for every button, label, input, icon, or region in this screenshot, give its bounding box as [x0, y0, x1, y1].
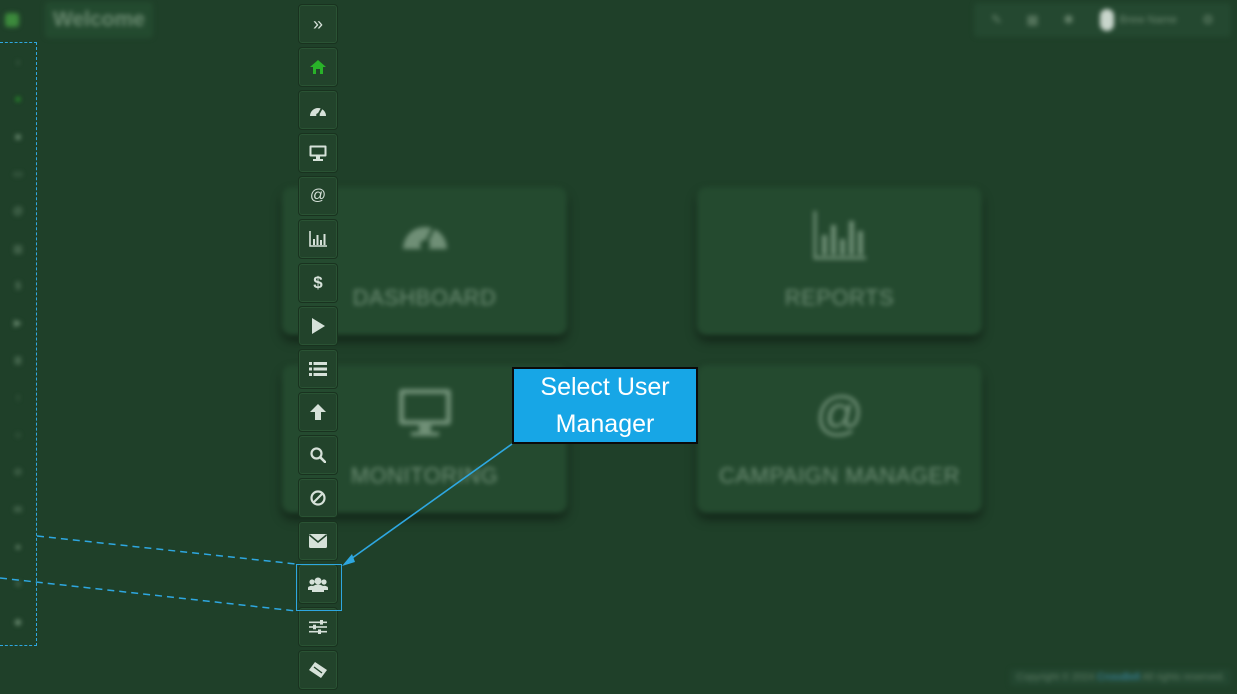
chart-icon [697, 209, 982, 265]
dollar-icon: $ [313, 272, 323, 292]
callout-line-1: Select User [540, 373, 670, 401]
at-icon: @ [815, 388, 864, 441]
monitor-icon[interactable]: ▭ [0, 156, 36, 193]
users-icon [308, 577, 328, 593]
top-bar-right: ✎ ▦ ✱ Brew Name ⚙ [973, 3, 1231, 37]
sidebar-item-play[interactable] [298, 305, 338, 346]
block-icon[interactable]: ⊘ [0, 454, 36, 491]
page-title: Welcome [45, 2, 153, 38]
pencil-icon[interactable]: ✎ [982, 12, 1012, 28]
chevron-icon[interactable]: › [0, 44, 36, 81]
grid-icon[interactable]: ▦ [1018, 12, 1048, 28]
block-icon [310, 490, 326, 506]
sidebar-expand-button[interactable]: » [298, 4, 338, 44]
top-bar-left: Welcome [0, 0, 153, 40]
ticket-icon[interactable]: ◆ [0, 603, 36, 640]
blurred-background: Welcome ✎ ▦ ✱ Brew Name ⚙ › ● ■ ▭ @ ▥ $ … [0, 0, 1237, 691]
double-chevron-right-icon: » [312, 13, 323, 34]
sidebar-item-monitoring[interactable] [298, 133, 338, 174]
sidebar-item-upload[interactable] [298, 391, 338, 432]
list-icon [309, 361, 327, 376]
sidebar-item-search[interactable] [298, 434, 338, 475]
sliders-icon [309, 620, 327, 635]
chart-icon[interactable]: ▥ [0, 230, 36, 267]
footer-brand-link[interactable]: CrossBell [1097, 672, 1140, 683]
dollar-icon[interactable]: $ [0, 268, 36, 305]
search-icon[interactable]: ○ [0, 417, 36, 454]
sidebar-item-campaign-manager[interactable]: @ [298, 176, 338, 217]
footer-copyright: Copyright © 2024 [1016, 672, 1095, 683]
footer: Copyright © 2024 CrossBell All rights re… [1010, 669, 1231, 686]
gauge-icon [310, 107, 326, 117]
mail-icon [309, 534, 327, 549]
main-sidebar: » @ $ [298, 4, 340, 694]
sidebar-item-settings[interactable] [298, 607, 338, 648]
sidebar-item-user-manager[interactable] [298, 564, 338, 605]
sidebar-item-reports[interactable] [298, 219, 338, 260]
upload-icon[interactable]: ↑ [0, 380, 36, 417]
footer-rights: All rights reserved. [1142, 672, 1225, 683]
home-icon[interactable]: ● [0, 81, 36, 118]
search-icon [310, 447, 326, 463]
callout-line-2: Manager [555, 410, 655, 438]
play-icon[interactable]: ▶ [0, 305, 36, 342]
sidebar-item-dashboard[interactable] [298, 90, 338, 131]
campaign-manager-card[interactable]: @ CAMPAIGN MANAGER [697, 365, 982, 513]
wrench-icon[interactable]: ✱ [1054, 12, 1084, 28]
play-icon [312, 317, 325, 334]
home-icon [310, 60, 326, 75]
user-menu[interactable]: Brew Name [1090, 9, 1187, 31]
sidebar-item-list[interactable] [298, 348, 338, 389]
sidebar-item-home[interactable] [298, 47, 338, 88]
arrow-up-icon [310, 403, 326, 420]
users-icon[interactable]: ● [0, 529, 36, 566]
reports-card[interactable]: REPORTS [697, 187, 982, 335]
callout-box: Select User Manager [512, 367, 698, 444]
ticket-icon [309, 662, 327, 679]
sidebar-item-mail[interactable] [298, 521, 338, 562]
list-icon[interactable]: ≣ [0, 342, 36, 379]
collapsed-sidebar: › ● ■ ▭ @ ▥ $ ▶ ≣ ↑ ○ ⊘ ✉ ● ≡ ◆ [0, 44, 36, 641]
at-icon[interactable]: @ [0, 193, 36, 230]
bar-chart-icon [309, 231, 327, 248]
dashboard-icon[interactable]: ■ [0, 119, 36, 156]
sidebar-item-ticket[interactable] [298, 650, 338, 691]
monitor-icon [309, 145, 327, 162]
card-label: REPORTS [784, 285, 895, 310]
card-label: CAMPAIGN MANAGER [718, 463, 961, 488]
user-name: Brew Name [1119, 14, 1177, 26]
gear-icon[interactable]: ⚙ [1193, 12, 1223, 28]
sidebar-item-billing[interactable]: $ [298, 262, 338, 303]
sliders-icon[interactable]: ≡ [0, 566, 36, 603]
at-icon: @ [309, 187, 327, 205]
logo-icon[interactable] [5, 13, 19, 27]
avatar [1099, 9, 1114, 31]
sidebar-item-block[interactable] [298, 478, 338, 519]
mail-icon[interactable]: ✉ [0, 492, 36, 529]
